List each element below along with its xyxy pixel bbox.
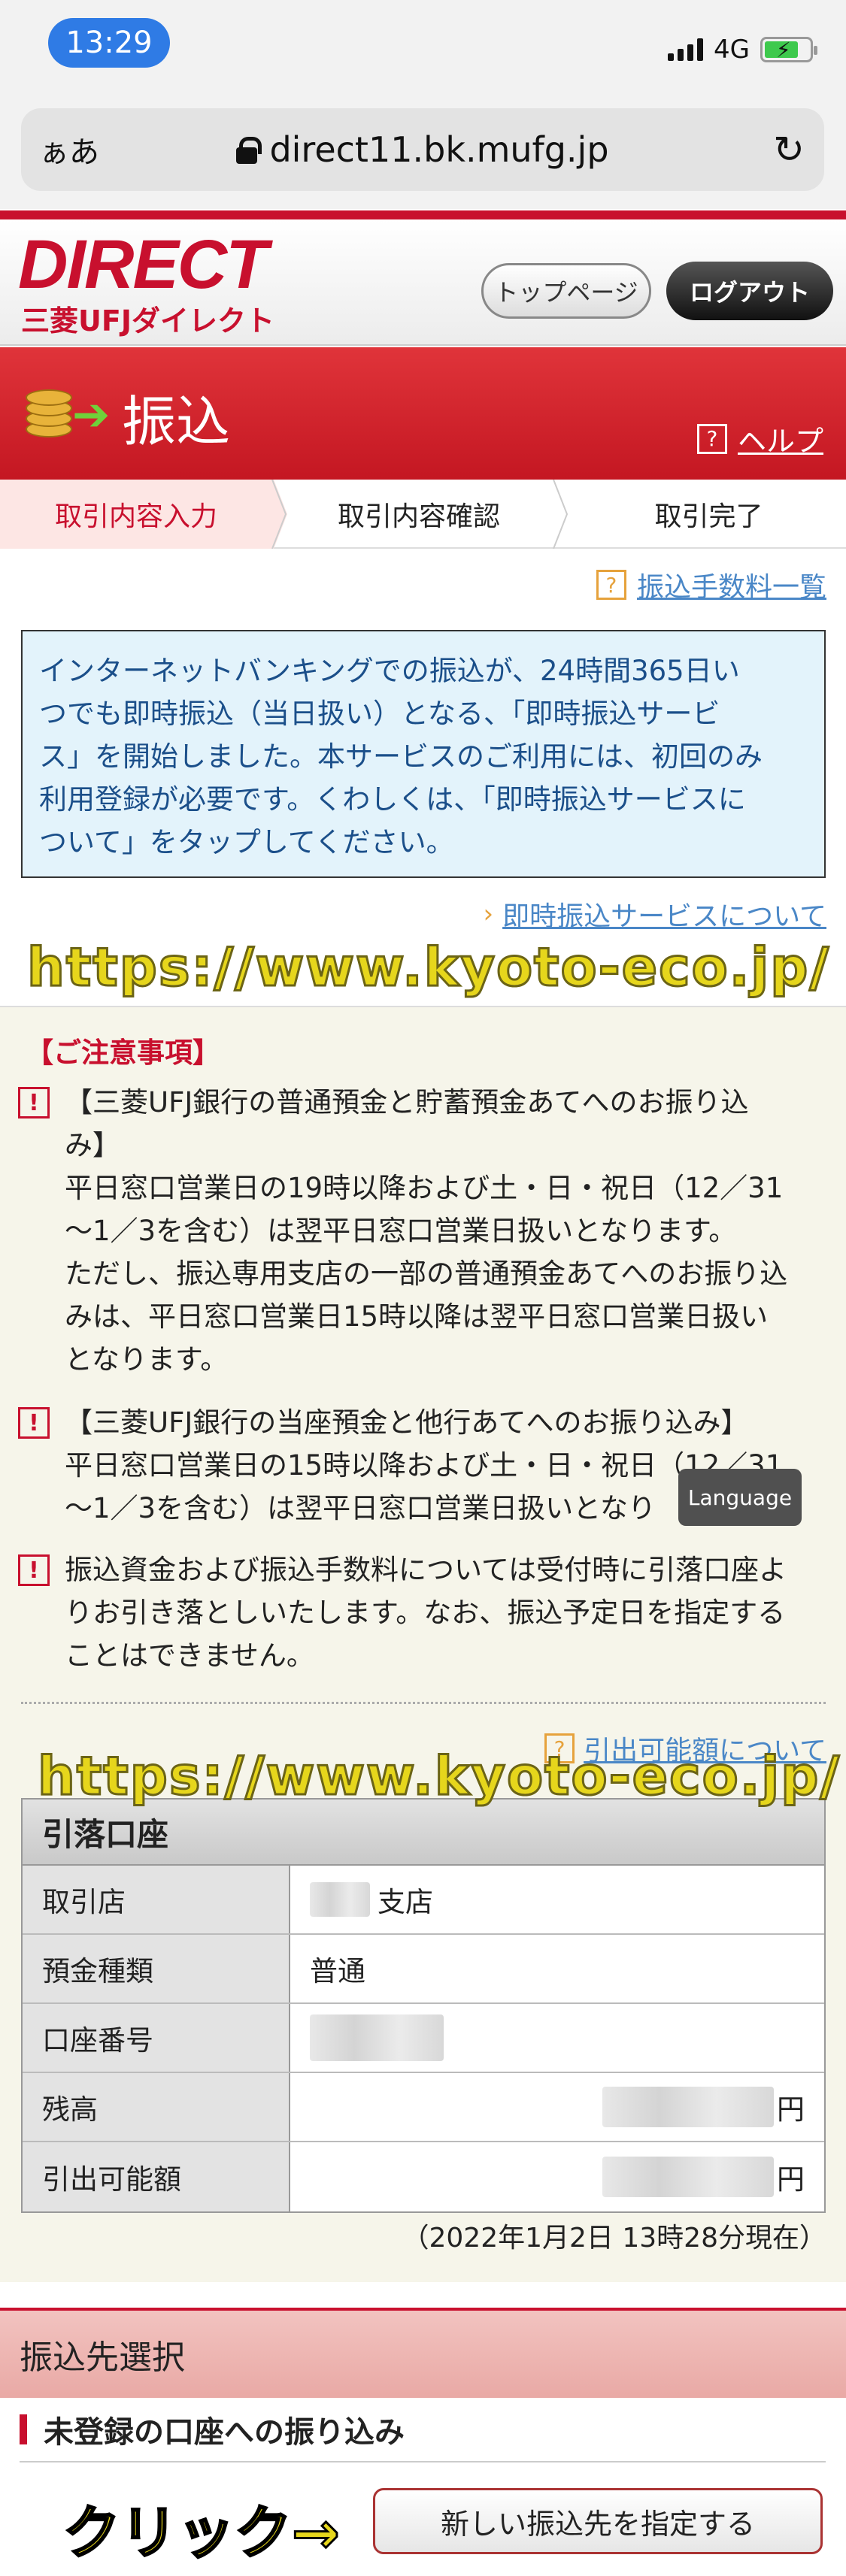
masked-value	[310, 2014, 444, 2061]
instant-transfer-notice: インターネットバンキングでの振込が、24時間365日い つでも即時振込（当日扱い…	[21, 630, 826, 878]
instant-transfer-label: 即時振込サービスについて	[502, 901, 826, 932]
watermark-text: https://www.kyoto-eco.jp/	[26, 936, 830, 1000]
caution-title: 【ご注意事項】	[26, 1037, 220, 1069]
currency-unit: 円	[777, 2163, 805, 2196]
caution-line: み】	[65, 1129, 120, 1161]
caution-line: 【三菱UFJ銀行の当座預金と他行あてへのお振り込み】	[65, 1406, 749, 1439]
row-label: 引出可能額	[23, 2142, 290, 2211]
row-label: 残高	[23, 2073, 290, 2141]
masked-value	[602, 2157, 774, 2197]
reload-icon[interactable]: ↻	[773, 128, 805, 171]
row-label: 口座番号	[23, 2004, 290, 2072]
section-heading: 振込先選択	[0, 2308, 846, 2398]
caution-line: 振込資金および振込手数料については受付時に引落口座よ	[65, 1554, 787, 1586]
caution-line: みは、平日窓口営業日15時以降は翌平日窓口営業日扱い	[65, 1300, 769, 1333]
row-value: 支店	[290, 1866, 824, 1933]
step-complete: 取引完了	[654, 501, 763, 532]
step-separator	[265, 480, 287, 549]
caution-line: ～1／3を含む）は翌平日窓口営業日扱いとなります。	[65, 1215, 737, 1247]
caution-line: となります。	[65, 1343, 229, 1376]
logo[interactable]: DIRECT	[18, 230, 268, 299]
caution-section: 【ご注意事項】 ! 【三菱UFJ銀行の普通預金と貯蓄預金あてへのお振り込 み】 …	[0, 1006, 846, 2282]
fee-list-link[interactable]: ? 振込手数料一覧	[596, 565, 826, 604]
new-destination-button[interactable]: 新しい振込先を指定する	[373, 2488, 823, 2554]
top-page-button[interactable]: トップページ	[481, 263, 651, 319]
notice-line: つでも即時振込（当日扱い）となる、「即時振込サービ	[39, 698, 720, 730]
balance-timestamp: （2022年1月2日 13時28分現在）	[402, 2223, 827, 2254]
logo-subtitle: 三菱UFJダイレクト	[21, 304, 274, 338]
caution-item: ! 振込資金および振込手数料については受付時に引落口座よ りお引き落としいたしま…	[18, 1548, 830, 1677]
row-value	[290, 2004, 824, 2072]
caution-line: 平日窓口営業日の19時以降および土・日・祝日（12／31	[65, 1172, 784, 1204]
currency-unit: 円	[777, 2093, 805, 2126]
status-bar: 13:29 4G ⚡	[0, 0, 846, 98]
network-label: 4G	[714, 35, 750, 65]
progress-steps: 取引内容入力 取引内容確認 取引完了	[0, 480, 846, 549]
subsection-title-text: 未登録の口座への振り込み	[44, 2415, 405, 2450]
logout-button[interactable]: ログアウト	[666, 262, 833, 320]
step-separator	[553, 480, 569, 549]
caution-line: ただし、振込専用支店の一部の普通預金あてへのお振り込	[65, 1258, 788, 1290]
exclamation-icon: !	[18, 1407, 50, 1439]
notice-line: 利用登録が必要です。くわしくは、「即時振込サービスに	[39, 783, 746, 816]
exclamation-icon: !	[18, 1087, 50, 1118]
url-text: direct11.bk.mufg.jp	[269, 129, 609, 170]
site-header: DIRECT 三菱UFJダイレクト トップページ ログアウト	[0, 219, 846, 346]
arrow-right-icon: ➔	[72, 389, 111, 441]
row-label: 預金種類	[23, 1935, 290, 2002]
heading-marker	[20, 2414, 27, 2444]
row-value: 普通	[310, 1955, 365, 1987]
caution-line: 【三菱UFJ銀行の普通預金と貯蓄預金あてへのお振り込	[65, 1086, 749, 1118]
coins-icon	[26, 380, 78, 440]
table-row: 引出可能額 円	[23, 2142, 824, 2211]
notice-line: ス」を開始しました。本サービスのご利用には、初回のみ	[39, 740, 763, 773]
debit-account-table: 引落口座 取引店 支店 預金種類 普通 口座番号 残高 円 引出可能額 円	[21, 1798, 826, 2213]
table-heading: 引落口座	[23, 1800, 824, 1866]
step-confirm: 取引内容確認	[337, 501, 500, 532]
exclamation-icon: !	[18, 1554, 50, 1586]
reader-options-button[interactable]: ぁあ	[39, 128, 99, 171]
subsection-title: 未登録の口座への振り込み	[20, 2398, 826, 2462]
language-button[interactable]: Language	[678, 1469, 802, 1526]
question-icon: ?	[596, 570, 626, 600]
battery-charging-icon: ⚡	[760, 37, 817, 62]
table-row: 残高 円	[23, 2073, 824, 2142]
page-title: 振込	[122, 390, 231, 453]
table-row: 口座番号	[23, 2004, 824, 2073]
signal-icon	[668, 38, 704, 61]
step-input: 取引内容入力	[0, 480, 272, 549]
masked-value	[310, 1882, 370, 1917]
status-time: 13:29	[48, 18, 170, 68]
caution-line: りお引き落としいたします。なお、振込予定日を指定する	[65, 1597, 786, 1629]
branch-suffix: 支店	[378, 1886, 433, 1918]
row-value: 円	[290, 2142, 824, 2211]
notice-line: インターネットバンキングでの振込が、24時間365日い	[39, 655, 740, 687]
notice-line: ついて」をタップしてください。	[39, 826, 454, 858]
caution-item: ! 【三菱UFJ銀行の普通預金と貯蓄預金あてへのお振り込 み】 平日窓口営業日の…	[18, 1081, 830, 1381]
header-accent-line	[0, 210, 846, 219]
caution-line: ことはできません。	[65, 1639, 314, 1672]
table-row: 取引店 支店	[23, 1866, 824, 1935]
click-annotation: クリック→	[62, 2499, 341, 2568]
row-value: 円	[290, 2073, 824, 2141]
watermark-text: https://www.kyoto-eco.jp/	[37, 1745, 841, 1809]
lock-icon	[236, 137, 262, 164]
chevron-right-icon: ›	[483, 899, 494, 929]
masked-value	[602, 2087, 774, 2127]
page-title-band: ➔ 振込 ? ヘルプ	[0, 347, 846, 480]
help-link[interactable]: ? ヘルプ	[696, 418, 823, 459]
divider	[21, 1702, 826, 1704]
instant-transfer-link[interactable]: › 即時振込サービスについて	[483, 894, 826, 934]
question-icon: ?	[696, 423, 727, 454]
fee-list-label: 振込手数料一覧	[636, 572, 826, 603]
address-bar[interactable]: ぁあ direct11.bk.mufg.jp ↻	[21, 108, 824, 191]
help-label: ヘルプ	[737, 425, 823, 458]
table-row: 預金種類 普通	[23, 1935, 824, 2004]
row-label: 取引店	[23, 1866, 290, 1933]
